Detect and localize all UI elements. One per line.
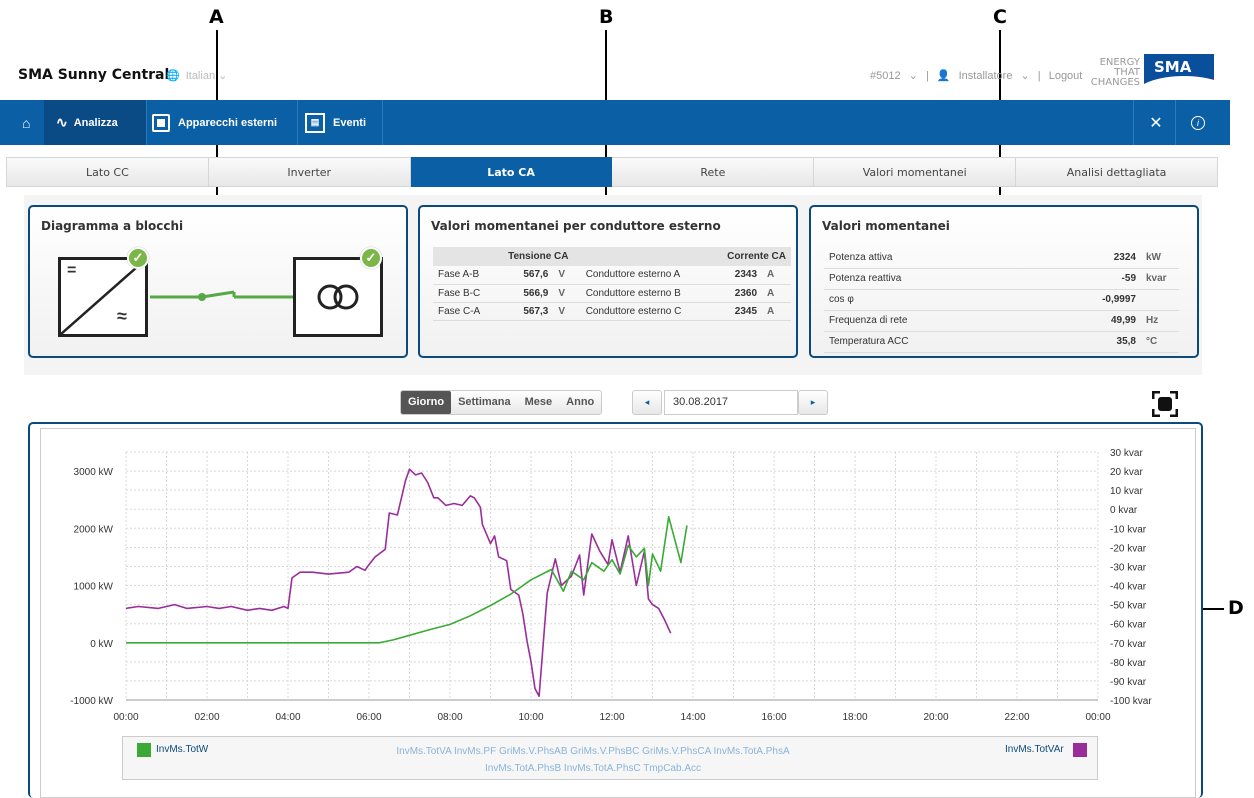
nav-apparecchi-esterni[interactable]: Apparecchi esterni xyxy=(152,100,277,145)
table-header xyxy=(580,247,708,266)
chevron-right-icon: ▸ xyxy=(810,397,816,407)
logo-tagline: ENERGY THAT CHANGES xyxy=(1090,57,1140,88)
legend-inactive-line[interactable]: InvMs.TotA.PhsB InvMs.TotA.PhsC TmpCab.A… xyxy=(273,760,913,777)
period-anno-button[interactable]: Anno xyxy=(559,391,601,414)
main-nav: ⌂ ∿ Analizza Apparecchi esterni ▤ Eventi ✕… xyxy=(0,100,1230,145)
nav-divider xyxy=(297,100,298,145)
momentary-values-title: Valori momentanei xyxy=(822,219,950,233)
next-date-button[interactable]: ▸ xyxy=(798,390,828,415)
logo-text: SMA xyxy=(1154,58,1192,76)
block-diagram-panel: Diagramma a blocchi = ≈ ✓ ✓ xyxy=(28,205,408,358)
callout-d-line xyxy=(1202,608,1224,610)
conductor-values-panel: Valori momentanei per conduttore esterno… xyxy=(418,205,798,358)
chart-legend: InvMs.TotW InvMs.TotVA InvMs.PF GriMs.V.… xyxy=(122,736,1098,780)
period-controls: Giorno Settimana Mese Anno xyxy=(400,390,603,415)
tab-rete[interactable]: Rete xyxy=(612,157,815,187)
chevron-left-icon: ◂ xyxy=(644,397,650,407)
callout-d: D xyxy=(1228,597,1244,619)
period-settimana-button[interactable]: Settimana xyxy=(451,391,518,414)
momentary-values-table: Potenza attiva 2324 kW Potenza reattiva -59… xyxy=(824,247,1179,353)
top-bar: SMA Sunny Central 🌐 Italian ⌄ #5012 ⌄ | 👤… xyxy=(0,50,1230,98)
nav-divider xyxy=(146,100,147,145)
sub-tabs: Lato CC Inverter Lato CA Rete Valori mom… xyxy=(6,157,1218,187)
table-row: Fase A-B 567,6 V Conduttore esterno A 23… xyxy=(433,266,791,285)
table-header: Corrente CA xyxy=(707,247,791,266)
table-row: Temperatura ACC 35,8 °C xyxy=(824,331,1179,353)
table-row: Potenza attiva 2324 kW xyxy=(824,247,1179,269)
callout-b: B xyxy=(599,6,614,28)
conductor-values-title: Valori momentanei per conduttore esterno xyxy=(431,219,721,233)
nav-eventi[interactable]: ▤ Eventi xyxy=(305,100,366,145)
legend-item-totvar[interactable]: InvMs.TotVAr xyxy=(1005,744,1064,755)
sma-logo: SMA xyxy=(1144,54,1214,96)
globe-icon: 🌐 xyxy=(166,70,180,82)
info-icon: i xyxy=(1191,115,1205,130)
nav-analizza-label: Analizza xyxy=(73,116,118,129)
divider: | xyxy=(1037,70,1041,82)
chevron-down-icon: ⌄ xyxy=(218,70,228,82)
device-selector[interactable]: #5012 ⌄ xyxy=(870,70,918,82)
legend-inactive-line[interactable]: InvMs.TotVA InvMs.PF GriMs.V.PhsAB GriMs… xyxy=(273,743,913,760)
legend-item-totw[interactable]: InvMs.TotW xyxy=(156,744,208,755)
table-row: Frequenza di rete 49,99 Hz xyxy=(824,310,1179,332)
nav-apparecchi-label: Apparecchi esterni xyxy=(178,116,278,129)
momentary-values-panel: Valori momentanei Potenza attiva 2324 kW P… xyxy=(809,205,1199,358)
nav-divider xyxy=(382,100,383,145)
conductor-values-table: Tensione CA Corrente CA Fase A-B 567,6 V… xyxy=(433,247,791,321)
tab-analisi-dettagliata[interactable]: Analisi dettagliata xyxy=(1016,157,1218,187)
settings-button[interactable]: ✕ xyxy=(1138,100,1174,145)
legend-swatch-reactive-power xyxy=(1073,743,1087,757)
inverter-block[interactable]: = ≈ xyxy=(58,257,148,337)
period-selector: Giorno Settimana Mese Anno xyxy=(400,390,603,415)
transformer-block[interactable] xyxy=(293,257,383,337)
transformer-ok-icon: ✓ xyxy=(360,247,382,269)
legend-inactive-series: InvMs.TotVA InvMs.PF GriMs.V.PhsAB GriMs… xyxy=(273,743,913,777)
fullscreen-icon[interactable] xyxy=(1152,391,1178,417)
user-icon: 👤 xyxy=(936,70,951,82)
divider: | xyxy=(925,70,929,82)
period-mese-button[interactable]: Mese xyxy=(518,391,560,414)
app-title: SMA Sunny Central xyxy=(18,67,170,83)
nav-divider xyxy=(1175,100,1176,145)
pulse-icon: ∿ xyxy=(56,114,68,130)
period-giorno-button[interactable]: Giorno xyxy=(401,391,452,414)
calendar-icon: ▤ xyxy=(305,112,325,133)
table-row: cos φ -0,9997 xyxy=(824,289,1179,311)
device-icon xyxy=(152,113,170,132)
home-icon: ⌂ xyxy=(22,114,31,131)
table-row: Fase C-A 567,3 V Conduttore esterno C 23… xyxy=(433,302,791,321)
info-button[interactable]: i xyxy=(1180,100,1216,145)
nav-analizza[interactable]: ∿ Analizza xyxy=(44,100,146,145)
tab-lato-cc[interactable]: Lato CC xyxy=(6,157,209,187)
table-header xyxy=(433,247,496,266)
nav-divider xyxy=(1133,100,1134,145)
logout-link[interactable]: Logout xyxy=(1049,70,1083,82)
dc-symbol: = xyxy=(67,262,77,279)
tools-icon: ✕ xyxy=(1149,114,1163,132)
callout-a: A xyxy=(209,6,224,28)
inverter-ok-icon: ✓ xyxy=(127,247,149,269)
ac-symbol: ≈ xyxy=(117,306,127,326)
transformer-symbol xyxy=(317,284,359,310)
table-row: Potenza reattiva -59 kvar xyxy=(824,268,1179,290)
nav-eventi-label: Eventi xyxy=(333,116,367,129)
tab-inverter[interactable]: Inverter xyxy=(208,157,411,187)
tab-valori-momentanei[interactable]: Valori momentanei xyxy=(814,157,1017,187)
grid-connection-line xyxy=(150,290,295,301)
top-right-menu: #5012 ⌄ | 👤 Installatore ⌄ | Logout xyxy=(870,69,1087,82)
prev-date-button[interactable]: ◂ xyxy=(632,390,662,415)
home-button[interactable]: ⌂ xyxy=(22,100,30,145)
table-row: Fase B-C 566,9 V Conduttore esterno B 23… xyxy=(433,284,791,303)
legend-swatch-active-power xyxy=(137,743,151,757)
date-field[interactable]: 30.08.2017 xyxy=(664,390,798,415)
callout-c: C xyxy=(993,6,1007,28)
language-label: Italian xyxy=(185,70,216,82)
table-header: Tensione CA xyxy=(495,247,581,266)
tab-lato-ca[interactable]: Lato CA xyxy=(410,157,613,187)
block-diagram-title: Diagramma a blocchi xyxy=(41,219,184,233)
language-selector[interactable]: 🌐 Italian ⌄ xyxy=(166,69,227,82)
logo-swoosh xyxy=(1144,76,1214,96)
user-selector[interactable]: Installatore ⌄ xyxy=(959,70,1030,82)
